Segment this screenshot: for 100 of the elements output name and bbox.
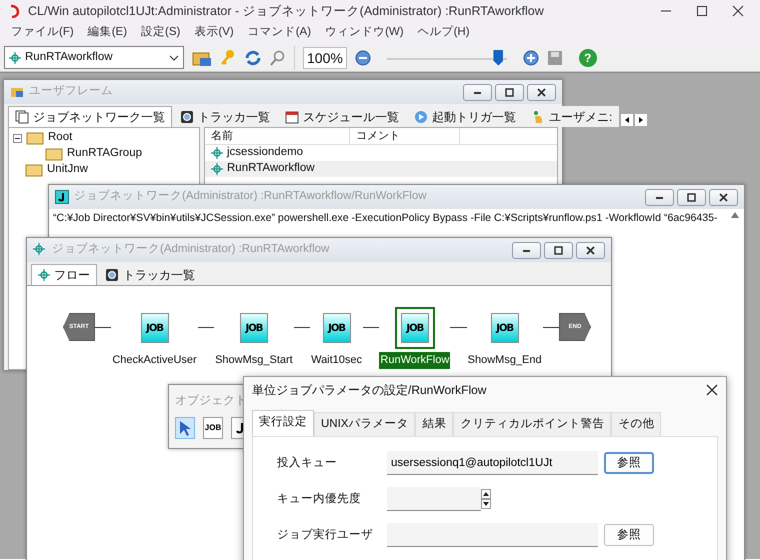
job-label: CheckActiveUser bbox=[111, 353, 198, 368]
collapse-icon[interactable] bbox=[13, 134, 22, 142]
menu-item[interactable]: 編集(E) bbox=[80, 24, 134, 42]
job-node[interactable]: JOB bbox=[484, 307, 525, 349]
tab[interactable]: フロー bbox=[31, 264, 97, 285]
slider-thumb[interactable] bbox=[493, 50, 504, 66]
caret-icon bbox=[169, 54, 179, 60]
column-header: コメント bbox=[350, 128, 460, 144]
close-button[interactable] bbox=[709, 188, 738, 206]
zoom-out-icon[interactable] bbox=[354, 50, 371, 66]
job-icon: JOB bbox=[490, 313, 519, 343]
close-button[interactable] bbox=[527, 84, 556, 100]
tracker-icon bbox=[180, 110, 194, 124]
dialog-title: 単位ジョブパラメータの設定/RunWorkFlow bbox=[252, 382, 486, 398]
minimize-button[interactable] bbox=[512, 242, 541, 258]
refresh-icon[interactable] bbox=[244, 48, 262, 66]
field-label: 投入キュー bbox=[277, 456, 338, 471]
network-select[interactable]: RunRTAworkflow bbox=[4, 46, 184, 69]
job-label: Wait10sec bbox=[310, 353, 364, 368]
job-tool[interactable]: JOB bbox=[203, 417, 223, 439]
network-icon bbox=[9, 52, 21, 64]
zoom-in-icon[interactable] bbox=[522, 50, 539, 66]
tree-item[interactable]: UnitJnw bbox=[47, 161, 88, 179]
input-field[interactable]: usersessionq1@autopilotcl1UJt bbox=[387, 451, 598, 476]
job-label: ShowMsg_Start bbox=[214, 353, 294, 368]
minimize-button[interactable] bbox=[645, 188, 674, 206]
close-icon[interactable] bbox=[706, 384, 718, 396]
connector-line bbox=[95, 327, 112, 328]
window-title: ユーザフレーム bbox=[29, 84, 113, 100]
scroll-left-icon[interactable] bbox=[620, 113, 634, 127]
menu-item[interactable]: コマンド(A) bbox=[240, 24, 318, 42]
documents-icon bbox=[15, 110, 29, 124]
connector-line bbox=[542, 327, 559, 328]
menu-item[interactable]: 表示(V) bbox=[187, 24, 241, 42]
folder-icon bbox=[26, 131, 44, 145]
menu-item[interactable]: ファイル(F) bbox=[4, 24, 81, 42]
list-row[interactable]: RunRTAworkflow bbox=[205, 161, 557, 177]
spin-down-icon[interactable] bbox=[481, 499, 491, 510]
maximize-icon[interactable] bbox=[696, 5, 708, 17]
connector-line bbox=[294, 327, 310, 328]
command-text: “C:¥Job Director¥SV¥bin¥utils¥JCSession.exe” powershell.exe -ExecutionPolicy Bypass -File C:¥Scripts¥runflow.ps1 -WorkflowId “6ac96435- bbox=[53, 211, 719, 226]
folder-icon bbox=[45, 147, 63, 161]
job-node[interactable]: JOB bbox=[134, 307, 175, 349]
pointer-icon bbox=[179, 420, 191, 436]
trigger-icon bbox=[414, 110, 428, 124]
field-label: キュー内優先度 bbox=[277, 492, 362, 507]
user-frame-icon bbox=[10, 85, 24, 99]
job-icon: JOB bbox=[240, 313, 268, 343]
network-icon bbox=[211, 147, 223, 159]
menu-item[interactable]: ヘルプ(H) bbox=[410, 24, 477, 42]
maximize-button[interactable] bbox=[495, 84, 524, 100]
job-icon bbox=[55, 190, 69, 204]
network-icon bbox=[33, 243, 47, 257]
close-icon[interactable] bbox=[732, 5, 744, 17]
spin-up-icon[interactable] bbox=[481, 489, 491, 500]
tab[interactable]: 結果 bbox=[415, 412, 454, 436]
app-logo-icon bbox=[8, 4, 20, 18]
connector-line bbox=[198, 327, 214, 328]
window-title: ジョブネットワーク(Administrator) :RunRTAworkflow bbox=[52, 242, 330, 258]
spin-field[interactable] bbox=[387, 487, 491, 512]
job-icon: JOB bbox=[322, 313, 351, 343]
job-label: RunWorkFlow bbox=[379, 352, 450, 368]
folder-icon bbox=[25, 163, 43, 177]
menu-item[interactable]: 設定(S) bbox=[134, 24, 188, 42]
pointer-tool[interactable] bbox=[175, 417, 195, 439]
maximize-button[interactable] bbox=[677, 188, 706, 206]
list-row[interactable]: jcsessiondemo bbox=[205, 145, 557, 161]
tree-item[interactable]: RunRTAGroup bbox=[67, 145, 142, 163]
window-title: CL/Win autopilotcl1UJt:Administrator - ジョブネットワーク(Administrator) :RunRTAworkflow bbox=[28, 2, 544, 20]
window-title: ジョブネットワーク(Administrator) :RunRTAworkflow/RunWorkFlow bbox=[74, 188, 427, 204]
job-node[interactable]: JOB bbox=[394, 307, 435, 349]
tab[interactable]: ジョブネットワーク一覧 bbox=[8, 106, 172, 127]
job-node[interactable]: JOB bbox=[316, 307, 357, 349]
tracker-icon bbox=[105, 268, 119, 282]
tab[interactable]: クリティカルポイント警告 bbox=[453, 412, 612, 436]
menu-item[interactable]: ウィンドウ(W) bbox=[318, 24, 411, 42]
maximize-button[interactable] bbox=[544, 242, 573, 258]
connector-line bbox=[450, 327, 467, 328]
job-node[interactable]: JOB bbox=[234, 307, 274, 349]
scroll-right-icon[interactable] bbox=[634, 113, 648, 127]
network-icon bbox=[211, 163, 223, 175]
close-button[interactable] bbox=[576, 242, 605, 258]
calendar-icon bbox=[285, 110, 299, 124]
browse-button[interactable]: 参照 bbox=[604, 452, 654, 474]
tree-item[interactable]: Root bbox=[48, 129, 72, 147]
tab[interactable]: 実行設定 bbox=[252, 410, 314, 436]
input-field[interactable] bbox=[387, 523, 598, 548]
tab[interactable]: その他 bbox=[611, 412, 662, 436]
minimize-button[interactable] bbox=[463, 84, 492, 100]
job-icon: JOB bbox=[140, 313, 169, 343]
search-icon[interactable] bbox=[270, 50, 286, 66]
network-icon bbox=[38, 269, 50, 281]
tab[interactable]: UNIXパラメータ bbox=[314, 412, 416, 436]
scroll-up-icon[interactable] bbox=[730, 211, 740, 219]
job-icon: JOB bbox=[400, 313, 429, 343]
field-label: ジョブ実行ユーザ bbox=[277, 527, 374, 543]
browse-button[interactable]: 参照 bbox=[604, 524, 654, 546]
zoom-field[interactable]: 100% bbox=[303, 46, 347, 68]
connector-line bbox=[363, 327, 380, 328]
job-label: ShowMsg_End bbox=[466, 353, 543, 368]
